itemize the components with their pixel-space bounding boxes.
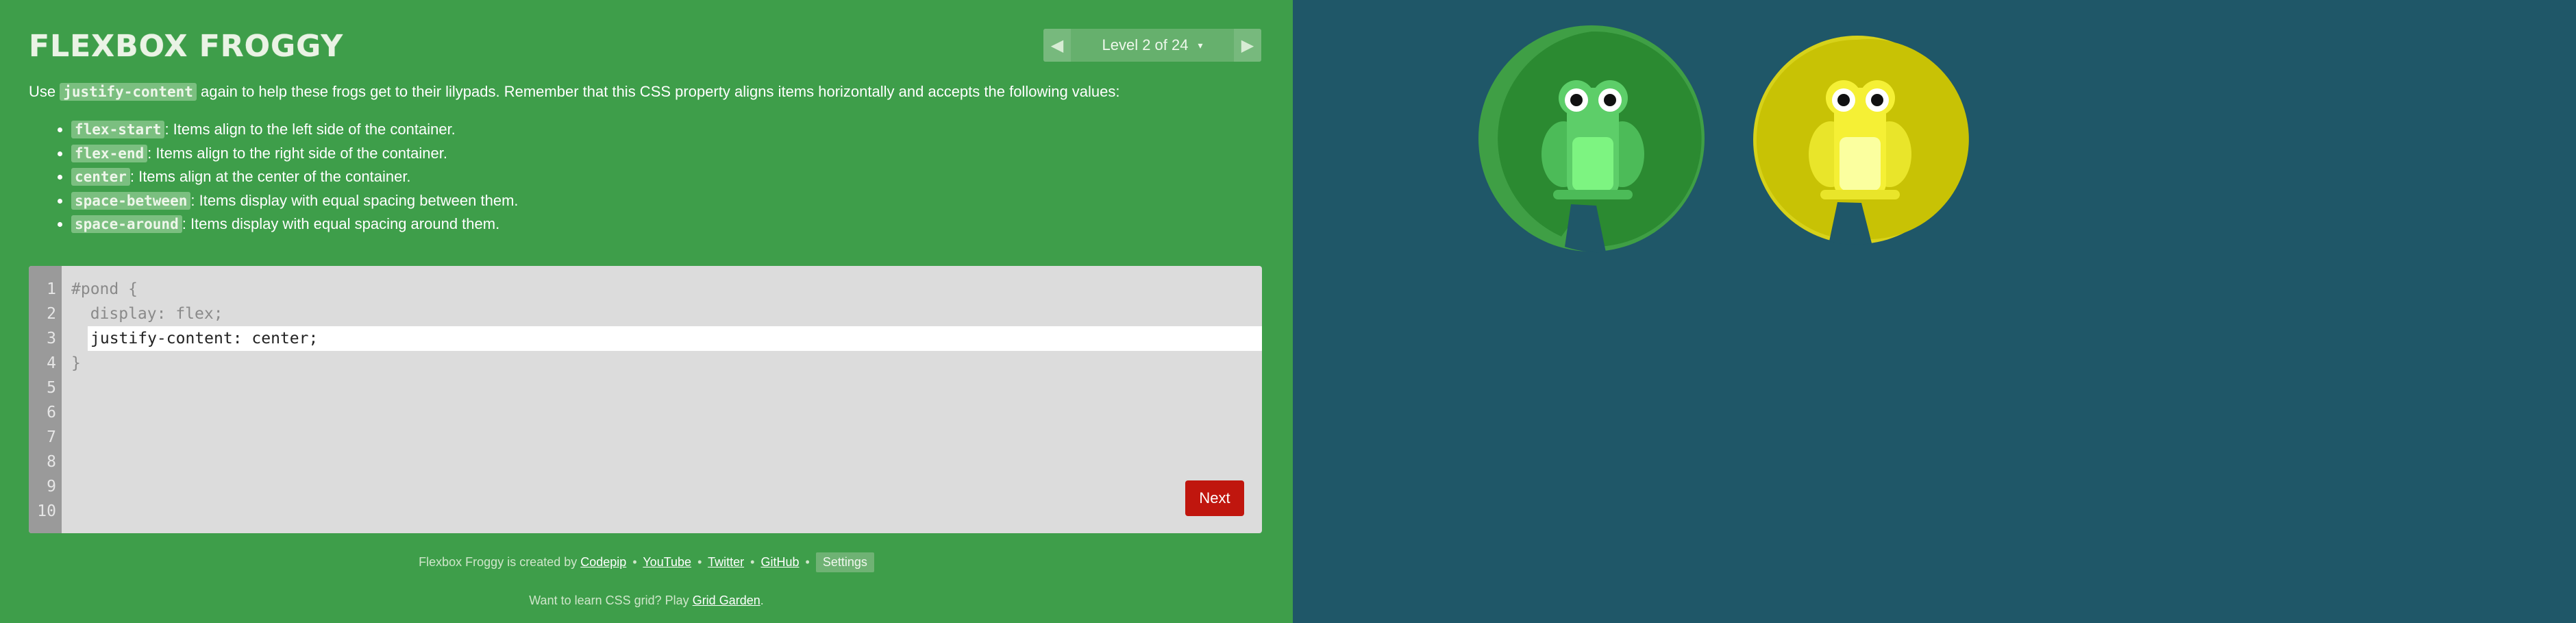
footer-note: Want to learn CSS grid? Play Grid Garden… xyxy=(0,594,1293,608)
list-item: flex-end: Items align to the right side … xyxy=(71,142,1262,166)
level-label: Level 2 of 24 xyxy=(1102,36,1189,53)
value-description: : Items align to the right side of the c… xyxy=(147,144,447,162)
value-description: : Items display with equal spacing aroun… xyxy=(182,215,500,232)
code-line-close: } xyxy=(71,354,81,372)
pond xyxy=(1293,0,2576,623)
next-button[interactable]: Next xyxy=(1185,480,1244,516)
list-item: center: Items align at the center of the… xyxy=(71,165,1262,189)
twitter-link[interactable]: Twitter xyxy=(708,555,744,569)
css-code-input[interactable] xyxy=(88,326,1262,351)
line-number: 5 xyxy=(47,379,56,397)
list-item: flex-start: Items align to the left side… xyxy=(71,118,1262,142)
line-number: 3 xyxy=(47,330,56,347)
value-code: flex-start xyxy=(71,121,165,138)
level-navigator: ◀ Level 2 of 24 ▾ ▶ xyxy=(1043,29,1261,62)
sidebar: FLEXBOX FROGGY ◀ Level 2 of 24 ▾ ▶ Use j… xyxy=(0,0,1293,623)
previous-level-button[interactable]: ◀ xyxy=(1043,29,1071,62)
codepip-link[interactable]: Codepip xyxy=(580,555,626,569)
triangle-left-icon: ◀ xyxy=(1050,36,1064,55)
grid-garden-link[interactable]: Grid Garden xyxy=(693,594,760,607)
credits-prefix: Flexbox Froggy is created by xyxy=(419,555,581,569)
value-description: : Items align at the center of the conta… xyxy=(129,168,411,185)
value-description: : Items align to the left side of the co… xyxy=(164,121,456,138)
line-number: 6 xyxy=(47,404,56,422)
separator: • xyxy=(805,555,810,569)
line-number-gutter: 1 2 3 4 5 6 7 8 9 10 xyxy=(29,266,62,533)
value-code: flex-end xyxy=(71,144,148,162)
footer-note-suffix: . xyxy=(760,594,764,607)
list-item: space-between: Items display with equal … xyxy=(71,189,1262,213)
line-number: 9 xyxy=(47,478,56,496)
code-line-display: display: flex; xyxy=(71,305,223,323)
line-number: 4 xyxy=(47,354,56,372)
values-list: flex-start: Items align to the left side… xyxy=(29,118,1262,236)
css-editor: 1 2 3 4 5 6 7 8 9 10 #pond { display: fl… xyxy=(29,266,1262,533)
triangle-right-icon: ▶ xyxy=(1241,36,1254,55)
separator: • xyxy=(697,555,702,569)
list-item: space-around: Items display with equal s… xyxy=(71,212,1262,236)
value-code: space-around xyxy=(71,215,182,233)
instructions: Use justify-content again to help these … xyxy=(29,80,1262,236)
settings-button[interactable]: Settings xyxy=(815,552,874,572)
code-line-selector: #pond { xyxy=(71,280,138,298)
pond-scene xyxy=(1478,25,1969,253)
github-link[interactable]: GitHub xyxy=(760,555,799,569)
credits: Flexbox Froggy is created by Codepip • Y… xyxy=(0,552,1293,572)
separator: • xyxy=(750,555,755,569)
instructions-intro: Use justify-content again to help these … xyxy=(29,80,1262,104)
separator: • xyxy=(632,555,637,569)
next-level-button[interactable]: ▶ xyxy=(1234,29,1261,62)
app: FLEXBOX FROGGY ◀ Level 2 of 24 ▾ ▶ Use j… xyxy=(0,0,2576,623)
intro-code: justify-content xyxy=(60,83,197,101)
level-dropdown[interactable]: Level 2 of 24 ▾ xyxy=(1071,29,1234,62)
caret-down-icon: ▾ xyxy=(1198,39,1203,51)
line-number: 1 xyxy=(47,280,56,298)
intro-text-after: again to help these frogs get to their l… xyxy=(196,83,1120,100)
value-description: : Items display with equal spacing betwe… xyxy=(190,191,519,209)
youtube-link[interactable]: YouTube xyxy=(643,555,691,569)
intro-text-before: Use xyxy=(29,83,60,100)
app-logo-title: FLEXBOX FROGGY xyxy=(29,29,344,64)
line-number: 8 xyxy=(47,453,56,471)
line-number: 2 xyxy=(47,305,56,323)
value-code: space-between xyxy=(71,191,191,210)
footer-note-prefix: Want to learn CSS grid? Play xyxy=(529,594,693,607)
line-number: 10 xyxy=(37,502,56,520)
value-code: center xyxy=(71,168,130,186)
line-number: 7 xyxy=(47,428,56,446)
